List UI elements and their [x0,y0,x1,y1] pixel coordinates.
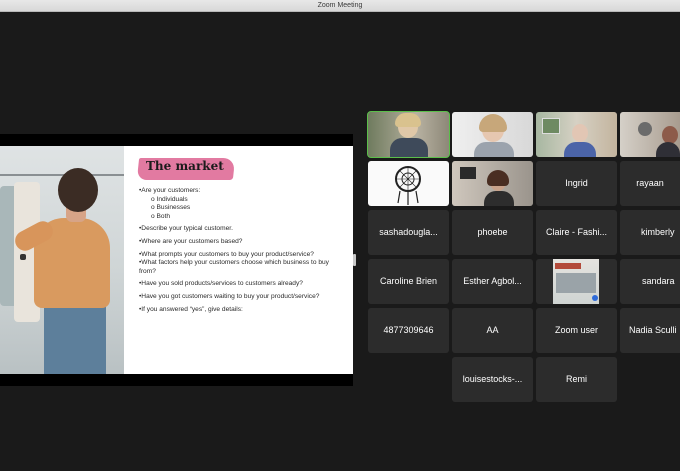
participant-tile[interactable]: AA [452,308,533,353]
participant-name: Nadia Sculli [629,325,677,335]
split-view-handle[interactable] [353,254,356,266]
slide-question: •Where are your customers based? [139,237,243,245]
participant-video-tile[interactable] [452,161,533,206]
participant-name: sashadougla... [379,227,438,237]
slide-question: •What prompts your customers to buy your… [139,250,314,258]
participant-tile[interactable]: Zoom user [536,308,617,353]
participant-name: phoebe [477,227,508,237]
participant-name: louisestocks-... [462,374,523,384]
slide-title: The market [146,159,224,173]
participant-tile[interactable]: 4877309646 [368,308,449,353]
participant-tile[interactable]: Nadia Sculli [620,308,680,353]
participant-video-tile[interactable] [536,112,617,157]
video-feed [620,112,680,157]
participant-video-tile[interactable] [452,112,533,157]
slide-question: •If you answered “yes”, give details: [139,305,243,313]
slide-question: •What factors help your customers choose… [139,259,329,275]
slide-body: •Are your customers: o Individuals o Bus… [139,187,344,314]
participant-video-tile[interactable] [620,112,680,157]
screen-share-area[interactable]: The market •Are your customers: o Indivi… [0,134,353,386]
participant-video-tile[interactable] [367,111,450,158]
slide-question: •Have you got customers waiting to buy y… [139,292,320,300]
dreamcatcher-icon [395,166,421,205]
slide-option: o Businesses [151,204,191,212]
participant-name: rayaan [636,178,664,188]
video-feed [452,161,533,206]
video-feed [536,259,617,304]
participant-tile[interactable]: Esther Agbol... [452,259,533,304]
window-title-bar: Zoom Meeting [0,0,680,12]
participant-name: kimberly [641,227,675,237]
participant-name: 4877309646 [383,325,434,335]
participant-tile[interactable]: kimberly [620,210,680,255]
participant-name: Ingrid [565,178,588,188]
figure-jeans [44,306,106,374]
slide-question: •Have you sold products/services to cust… [139,280,303,288]
video-feed [536,112,617,157]
participant-tile[interactable]: Remi [536,357,617,402]
slide-photo [0,146,124,374]
participant-name: sandara [642,276,675,286]
participant-tile[interactable]: Claire - Fashi... [536,210,617,255]
participant-video-tile[interactable] [536,259,617,304]
figure-watch [20,254,26,260]
window-title: Zoom Meeting [317,2,363,9]
participant-name: Esther Agbol... [463,276,522,286]
video-feed [452,112,533,157]
participant-tile[interactable]: rayaan [620,161,680,206]
slide-option: o Individuals [151,195,188,203]
dreamcatcher-avatar [368,161,449,206]
participant-name: Remi [565,374,587,384]
participant-avatar-tile[interactable] [368,161,449,206]
participant-tile[interactable]: Caroline Brien [368,259,449,304]
participant-tile[interactable]: sandara [620,259,680,304]
slide-option: o Both [151,212,171,220]
participant-tile[interactable]: Ingrid [536,161,617,206]
video-feed [368,112,449,157]
participant-name: Caroline Brien [379,276,438,286]
participant-name: Claire - Fashi... [545,227,607,237]
participant-name: AA [486,325,499,335]
participant-tile[interactable]: phoebe [452,210,533,255]
presentation-slide: The market •Are your customers: o Indivi… [0,146,353,374]
participant-tile[interactable]: sashadougla... [368,210,449,255]
participant-tile[interactable]: louisestocks-... [452,357,533,402]
figure-head [58,168,98,212]
slide-question: •Are your customers: [139,187,201,194]
participant-name: Zoom user [554,325,598,335]
slide-question: •Describe your typical customer. [139,225,233,233]
